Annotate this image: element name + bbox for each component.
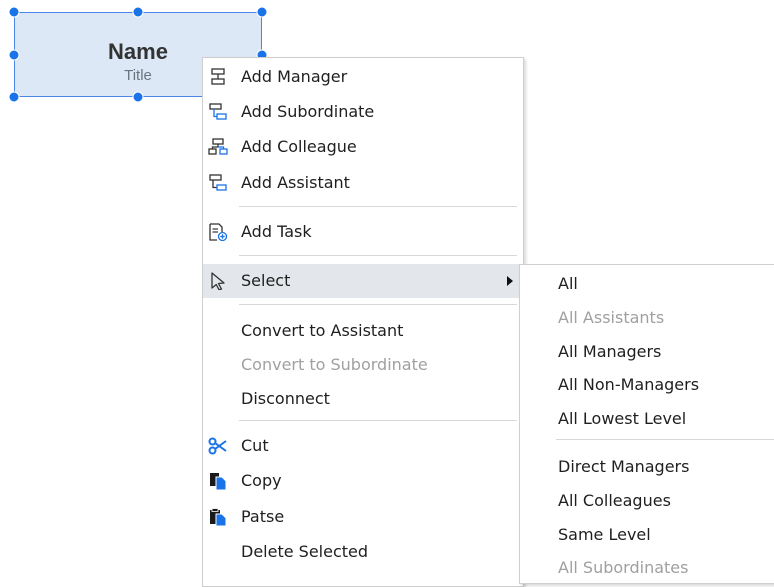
- menu-item-select[interactable]: Select: [203, 264, 523, 298]
- submenu-item-all-colleagues[interactable]: All Colleagues: [520, 485, 774, 517]
- submenu-separator: [556, 439, 774, 440]
- submenu-item-all-lowest-level[interactable]: All Lowest Level: [520, 403, 774, 435]
- submenu-arrow-icon: [507, 276, 513, 286]
- menu-item-copy[interactable]: Copy: [203, 464, 523, 498]
- menu-item-label: Patse: [241, 507, 285, 526]
- context-menu: Add Manager Add Subordinate Add Colleagu…: [202, 57, 524, 587]
- paste-icon: [210, 508, 227, 526]
- menu-item-label: Convert to Assistant: [241, 321, 404, 340]
- menu-item-disconnect[interactable]: Disconnect: [203, 382, 523, 416]
- submenu-item-label: All Lowest Level: [558, 409, 687, 428]
- menu-item-label: Add Task: [241, 222, 312, 241]
- submenu-item-all[interactable]: All: [520, 268, 774, 300]
- menu-item-convert-to-assistant[interactable]: Convert to Assistant: [203, 314, 523, 348]
- submenu-item-label: All Non-Managers: [558, 375, 700, 394]
- resize-handle-left[interactable]: [8, 49, 20, 61]
- menu-item-label: Add Assistant: [241, 173, 350, 192]
- resize-handle-top-left[interactable]: [8, 6, 20, 18]
- menu-item-paste[interactable]: Patse: [203, 500, 523, 534]
- menu-item-delete-selected[interactable]: Delete Selected: [203, 535, 523, 569]
- select-submenu: All All Assistants All Managers All Non-…: [519, 264, 774, 584]
- menu-separator: [239, 255, 517, 256]
- add-colleague-icon: [208, 138, 228, 155]
- pointer-arrow-icon: [211, 272, 225, 290]
- submenu-item-all-subordinates[interactable]: All Subordinates: [520, 552, 774, 584]
- resize-handle-top[interactable]: [132, 6, 144, 18]
- menu-item-label: Select: [241, 271, 291, 290]
- menu-item-convert-to-subordinate[interactable]: Convert to Subordinate: [203, 348, 523, 382]
- resize-handle-bottom[interactable]: [132, 91, 144, 103]
- menu-item-add-subordinate[interactable]: Add Subordinate: [203, 95, 523, 129]
- add-assistant-icon: [209, 174, 227, 191]
- submenu-item-direct-managers[interactable]: Direct Managers: [520, 451, 774, 483]
- menu-item-add-manager[interactable]: Add Manager: [203, 60, 523, 94]
- menu-item-label: Copy: [241, 471, 282, 490]
- menu-item-label: Delete Selected: [241, 542, 369, 561]
- menu-item-add-task[interactable]: Add Task: [203, 215, 523, 249]
- submenu-item-label: All Managers: [558, 342, 662, 361]
- resize-handle-bottom-left[interactable]: [8, 91, 20, 103]
- add-subordinate-icon: [209, 103, 227, 120]
- submenu-item-all-assistants[interactable]: All Assistants: [520, 302, 774, 334]
- submenu-item-all-non-managers[interactable]: All Non-Managers: [520, 369, 774, 401]
- resize-handle-top-right[interactable]: [256, 6, 268, 18]
- menu-item-add-assistant[interactable]: Add Assistant: [203, 166, 523, 200]
- menu-item-label: Convert to Subordinate: [241, 355, 428, 374]
- menu-item-label: Add Manager: [241, 67, 348, 86]
- submenu-item-same-level[interactable]: Same Level: [520, 519, 774, 551]
- add-task-icon: [209, 223, 228, 241]
- add-manager-icon: [211, 68, 225, 85]
- menu-separator: [239, 206, 517, 207]
- submenu-item-label: All Assistants: [558, 308, 665, 327]
- menu-item-cut[interactable]: Cut: [203, 429, 523, 463]
- submenu-item-label: Direct Managers: [558, 457, 690, 476]
- menu-item-label: Add Colleague: [241, 137, 357, 156]
- menu-item-label: Disconnect: [241, 389, 330, 408]
- menu-item-add-colleague[interactable]: Add Colleague: [203, 130, 523, 164]
- copy-icon: [210, 473, 227, 490]
- menu-item-label: Add Subordinate: [241, 102, 375, 121]
- submenu-item-label: Same Level: [558, 525, 651, 544]
- submenu-item-label: All: [558, 274, 578, 293]
- submenu-item-label: All Colleagues: [558, 491, 671, 510]
- menu-separator: [239, 304, 517, 305]
- submenu-item-label: All Subordinates: [558, 558, 689, 577]
- menu-item-label: Cut: [241, 436, 269, 455]
- scissors-icon: [208, 437, 227, 455]
- menu-separator: [239, 420, 517, 421]
- submenu-item-all-managers[interactable]: All Managers: [520, 336, 774, 368]
